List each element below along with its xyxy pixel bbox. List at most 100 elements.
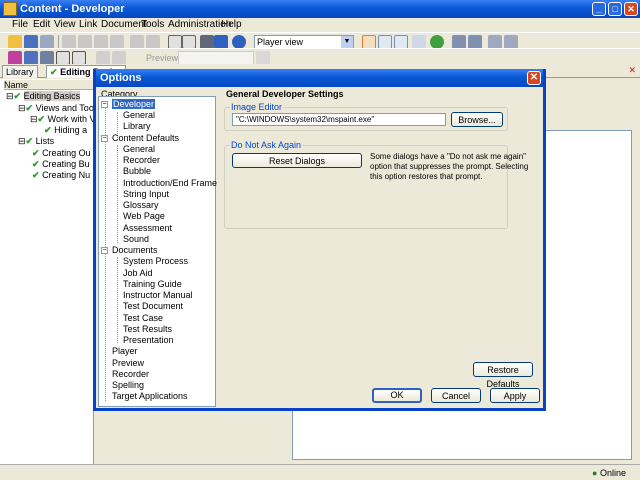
category-glossary[interactable]: Glossary bbox=[123, 200, 159, 210]
collapse-toggle-icon[interactable]: − bbox=[101, 135, 108, 142]
refresh-icon[interactable] bbox=[430, 35, 444, 49]
glossary-icon[interactable] bbox=[56, 51, 70, 65]
category-test-results[interactable]: Test Results bbox=[123, 324, 172, 334]
outline-node-label: Work with V bbox=[47, 114, 96, 124]
category-player[interactable]: Player bbox=[112, 346, 138, 356]
minimize-button[interactable]: _ bbox=[592, 2, 606, 16]
restore-defaults-button[interactable]: Restore Defaults bbox=[473, 362, 533, 389]
category-cd-general[interactable]: General bbox=[123, 144, 155, 154]
hyperlink-icon[interactable] bbox=[72, 51, 86, 65]
record-icon[interactable] bbox=[8, 51, 22, 65]
outline-node-creating-ou[interactable]: ✔ Creating Ou bbox=[32, 148, 91, 159]
category-web-page[interactable]: Web Page bbox=[123, 211, 165, 221]
close-tab-icon[interactable]: ✕ bbox=[628, 65, 636, 76]
menu-file[interactable]: File bbox=[12, 19, 28, 30]
category-spelling[interactable]: Spelling bbox=[112, 380, 144, 390]
player-view-select[interactable]: Player view ▼ bbox=[254, 35, 354, 49]
image-editor-path-input[interactable]: "C:\WINDOWS\system32\mspaint.exe" bbox=[232, 113, 446, 126]
check-in-icon[interactable] bbox=[452, 35, 466, 49]
expand-icon[interactable] bbox=[168, 35, 182, 49]
copy-icon[interactable] bbox=[78, 35, 92, 49]
menu-view[interactable]: View bbox=[54, 19, 76, 30]
category-presentation[interactable]: Presentation bbox=[123, 335, 174, 345]
dialog-close-button[interactable]: ✕ bbox=[527, 71, 541, 85]
layout-3-icon[interactable] bbox=[394, 35, 408, 49]
spell-check-icon[interactable] bbox=[214, 35, 228, 49]
category-recorder[interactable]: Recorder bbox=[123, 155, 160, 165]
menu-help[interactable]: Help bbox=[221, 19, 242, 30]
menu-link[interactable]: Link bbox=[79, 19, 97, 30]
category-target-applications[interactable]: Target Applications bbox=[112, 391, 188, 401]
category-recorder-top[interactable]: Recorder bbox=[112, 369, 149, 379]
category-training-guide[interactable]: Training Guide bbox=[123, 279, 182, 289]
name-column-header[interactable]: Name bbox=[4, 80, 94, 90]
menu-edit[interactable]: Edit bbox=[33, 19, 50, 30]
ok-button[interactable]: OK bbox=[372, 388, 422, 403]
category-test-document[interactable]: Test Document bbox=[123, 301, 183, 311]
category-developer-general[interactable]: General bbox=[123, 110, 155, 120]
outline-node-editing-basics[interactable]: ⊟✔ Editing Basics bbox=[6, 91, 81, 102]
outline-node-label: Views and Tools bbox=[35, 103, 101, 113]
save-icon[interactable] bbox=[24, 35, 38, 49]
category-job-aid[interactable]: Job Aid bbox=[123, 268, 153, 278]
preview-go-icon[interactable] bbox=[256, 51, 270, 65]
delete-icon[interactable] bbox=[110, 35, 124, 49]
reset-dialogs-button[interactable]: Reset Dialogs bbox=[232, 153, 362, 168]
category-preview[interactable]: Preview bbox=[112, 358, 144, 368]
category-test-case[interactable]: Test Case bbox=[123, 313, 163, 323]
collapse-toggle-icon[interactable]: − bbox=[101, 247, 108, 254]
cancel-button[interactable]: Cancel bbox=[431, 388, 481, 403]
category-assessment[interactable]: Assessment bbox=[123, 223, 172, 233]
browse-button[interactable]: Browse... bbox=[451, 112, 503, 127]
outline-node-lists[interactable]: ⊟✔ Lists bbox=[18, 136, 54, 147]
category-string-input[interactable]: String Input bbox=[123, 189, 169, 199]
frame-icon[interactable] bbox=[24, 51, 38, 65]
layout-1-icon[interactable] bbox=[362, 35, 376, 49]
outline-node-hiding[interactable]: ✔ Hiding a bbox=[44, 125, 87, 136]
tab-library[interactable]: Library bbox=[2, 65, 38, 78]
category-bubble[interactable]: Bubble bbox=[123, 166, 151, 176]
outline-node-creating-bu[interactable]: ✔ Creating Bu bbox=[32, 159, 90, 170]
preview-select[interactable] bbox=[178, 51, 254, 65]
collapse-toggle-icon[interactable]: ⊟ bbox=[18, 136, 26, 146]
publish-icon[interactable] bbox=[488, 35, 502, 49]
outline-node-work-with[interactable]: ⊟✔ Work with V bbox=[30, 114, 95, 125]
document-icon[interactable] bbox=[40, 51, 54, 65]
collapse-toggle-icon[interactable]: ⊟ bbox=[6, 91, 14, 101]
layout-2-icon[interactable] bbox=[378, 35, 392, 49]
cut-icon[interactable] bbox=[62, 35, 76, 49]
undo-icon[interactable] bbox=[130, 35, 144, 49]
category-content-defaults[interactable]: Content Defaults bbox=[112, 133, 179, 143]
app-icon bbox=[3, 2, 17, 16]
category-documents[interactable]: Documents bbox=[112, 245, 158, 255]
maximize-button[interactable]: □ bbox=[608, 2, 622, 16]
properties-icon[interactable] bbox=[412, 35, 426, 49]
category-intro-end-frame[interactable]: Introduction/End Frame bbox=[123, 178, 217, 188]
collapse-toggle-icon[interactable]: ⊟ bbox=[18, 103, 26, 113]
move-down-icon[interactable] bbox=[112, 51, 126, 65]
category-developer[interactable]: Developer bbox=[112, 99, 156, 109]
save-all-icon[interactable] bbox=[40, 35, 54, 49]
outline-node-creating-nu[interactable]: ✔ Creating Nu bbox=[32, 170, 90, 181]
category-system-process[interactable]: System Process bbox=[123, 256, 188, 266]
category-sound[interactable]: Sound bbox=[123, 234, 149, 244]
category-developer-library[interactable]: Library bbox=[123, 121, 151, 131]
collapse-icon[interactable] bbox=[182, 35, 196, 49]
move-up-icon[interactable] bbox=[96, 51, 110, 65]
menu-tools[interactable]: Tools bbox=[141, 19, 164, 30]
find-icon[interactable] bbox=[200, 35, 214, 49]
collapse-toggle-icon[interactable]: − bbox=[101, 101, 108, 108]
collapse-toggle-icon[interactable]: ⊟ bbox=[30, 114, 38, 124]
redo-icon[interactable] bbox=[146, 35, 160, 49]
check-out-icon[interactable] bbox=[468, 35, 482, 49]
category-instructor-manual[interactable]: Instructor Manual bbox=[123, 290, 193, 300]
open-icon[interactable] bbox=[8, 35, 22, 49]
apply-button[interactable]: Apply bbox=[490, 388, 540, 403]
paste-icon[interactable] bbox=[94, 35, 108, 49]
close-button[interactable]: ✕ bbox=[624, 2, 638, 16]
toolbar-separator bbox=[58, 35, 59, 49]
help-icon[interactable] bbox=[232, 35, 246, 49]
preview-icon[interactable] bbox=[504, 35, 518, 49]
outline-node-views-tools[interactable]: ⊟✔ Views and Tools bbox=[18, 103, 100, 114]
menu-document[interactable]: Document bbox=[101, 19, 147, 30]
